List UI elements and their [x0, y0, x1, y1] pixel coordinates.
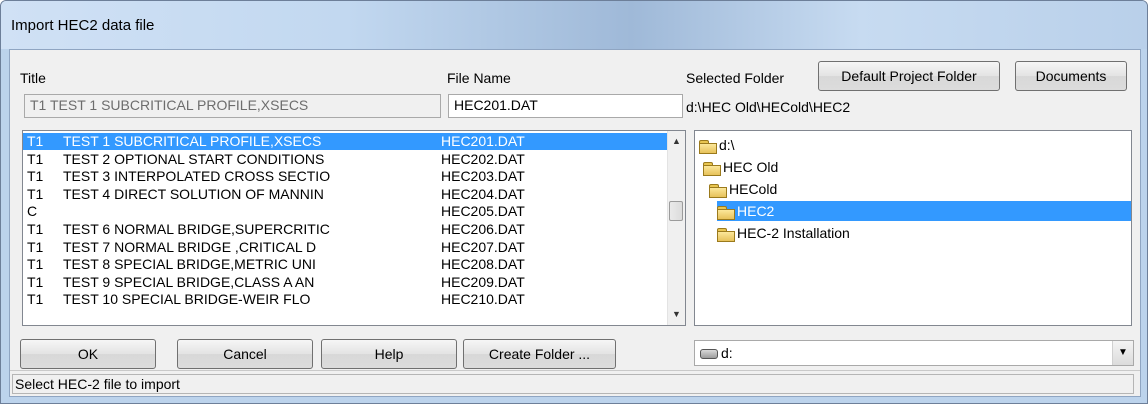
file-name-field[interactable]: HEC201.DAT	[448, 94, 683, 118]
row-file-name: HEC203.DAT	[441, 168, 525, 185]
row-file-name: HEC207.DAT	[441, 238, 525, 255]
create-folder-button[interactable]: Create Folder ...	[463, 339, 616, 369]
row-file-name: HEC209.DAT	[441, 273, 525, 290]
title-bar[interactable]: Import HEC2 data file	[1, 1, 1147, 49]
row-file-name: HEC201.DAT	[441, 133, 525, 149]
folder-tree-label: HEC-2 Installation	[737, 225, 850, 241]
row-code: T1	[27, 291, 44, 308]
file-list-row[interactable]: T1 TEST 10 SPECIAL BRIDGE-WEIR FLO HEC210.…	[23, 291, 668, 308]
folder-open-icon	[703, 161, 721, 176]
file-list-row[interactable]: T1 TEST 3 INTERPOLATED CROSS SECTIO HEC203…	[23, 168, 668, 185]
file-list-row[interactable]: T1 TEST 9 SPECIAL BRIDGE,CLASS A AN HEC209…	[23, 274, 668, 291]
window-title: Import HEC2 data file	[11, 17, 155, 34]
folder-tree[interactable]: d:\ HEC Old HECold HEC2 HEC-2 Installation	[694, 130, 1132, 326]
file-list-row[interactable]: T1 TEST 8 SPECIAL BRIDGE,METRIC UNI HEC208…	[23, 256, 668, 273]
row-code: T1	[27, 238, 44, 255]
drive-combo[interactable]: d: ▼	[694, 340, 1134, 366]
folder-tree-item[interactable]: HECold	[709, 179, 777, 199]
status-text: Select HEC-2 file to import	[12, 374, 1134, 394]
row-code: T1	[27, 150, 44, 167]
row-code: T1	[27, 273, 44, 290]
row-file-name: HEC206.DAT	[441, 221, 525, 237]
documents-button[interactable]: Documents	[1015, 61, 1127, 91]
help-button[interactable]: Help	[321, 339, 457, 369]
folder-tree-label: d:\	[719, 137, 735, 153]
row-file-name: HEC202.DAT	[441, 150, 525, 167]
row-title: TEST 7 NORMAL BRIDGE ,CRITICAL D	[63, 238, 317, 255]
file-list-row[interactable]: T1 TEST 4 DIRECT SOLUTION OF MANNIN HEC204…	[23, 186, 668, 203]
row-file-name: HEC204.DAT	[441, 185, 525, 202]
row-code: C	[27, 203, 38, 220]
folder-tree-label: HEC2	[737, 203, 775, 219]
row-code: T1	[27, 221, 44, 237]
import-dialog-window: Import HEC2 data file Title File Name Se…	[0, 0, 1148, 404]
row-title: TEST 6 NORMAL BRIDGE,SUPERCRITIC	[63, 221, 330, 237]
drive-combo-value: d:	[700, 343, 733, 363]
file-name-label: File Name	[447, 70, 511, 86]
title-field[interactable]: T1 TEST 1 SUBCRITICAL PROFILE,XSECS	[24, 94, 441, 118]
scroll-up-arrow-icon[interactable]: ▲	[668, 133, 685, 150]
scroll-thumb[interactable]	[669, 201, 683, 221]
file-list-row[interactable]: T1 TEST 2 OPTIONAL START CONDITIONS HEC202…	[23, 151, 668, 168]
row-title: TEST 9 SPECIAL BRIDGE,CLASS A AN	[63, 273, 315, 290]
row-title: TEST 3 INTERPOLATED CROSS SECTIO	[63, 168, 331, 185]
row-code: T1	[27, 133, 44, 149]
folder-open-icon	[709, 183, 727, 198]
file-list-row[interactable]: T1 TEST 6 NORMAL BRIDGE,SUPERCRITIC HEC206…	[23, 221, 668, 238]
folder-tree-label: HEC Old	[723, 159, 779, 175]
row-code: T1	[27, 256, 44, 273]
status-bar: Select HEC-2 file to import	[10, 370, 1140, 397]
folder-closed-icon	[717, 227, 735, 242]
file-list-row[interactable]: T1 TEST 1 SUBCRITICAL PROFILE,XSECS HEC201…	[23, 133, 668, 150]
folder-tree-item[interactable]: HEC-2 Installation	[717, 223, 850, 243]
file-list-row[interactable]: T1 TEST 7 NORMAL BRIDGE ,CRITICAL D HEC207…	[23, 239, 668, 256]
cancel-button[interactable]: Cancel	[177, 339, 313, 369]
dialog-body: Title File Name Selected Folder Default …	[9, 49, 1141, 397]
row-file-name: HEC205.DAT	[441, 203, 525, 220]
folder-tree-label: HECold	[729, 181, 778, 197]
selected-folder-label: Selected Folder	[686, 70, 785, 86]
title-label: Title	[20, 70, 46, 86]
row-file-name: HEC208.DAT	[441, 256, 525, 273]
row-title: TEST 8 SPECIAL BRIDGE,METRIC UNI	[63, 256, 316, 273]
row-title: TEST 2 OPTIONAL START CONDITIONS	[63, 150, 325, 167]
folder-open-icon	[717, 205, 735, 220]
folder-tree-item[interactable]: HEC2	[717, 201, 1131, 221]
file-list[interactable]: T1 TEST 1 SUBCRITICAL PROFILE,XSECS HEC201…	[22, 130, 686, 326]
scroll-down-arrow-icon[interactable]: ▼	[668, 306, 685, 323]
folder-open-icon	[699, 139, 717, 154]
row-title: TEST 10 SPECIAL BRIDGE-WEIR FLO	[63, 291, 311, 308]
ok-button[interactable]: OK	[20, 339, 156, 369]
default-project-folder-button[interactable]: Default Project Folder	[818, 61, 1000, 91]
chevron-down-icon[interactable]: ▼	[1112, 341, 1133, 365]
selected-folder-path: d:\HEC Old\HECold\HEC2	[686, 99, 851, 115]
row-code: T1	[27, 185, 44, 202]
file-list-row[interactable]: C HEC205.DAT	[23, 203, 668, 220]
folder-tree-item[interactable]: d:\	[699, 135, 735, 155]
drive-icon	[700, 349, 718, 360]
row-title: TEST 4 DIRECT SOLUTION OF MANNIN	[63, 185, 324, 202]
folder-tree-item[interactable]: HEC Old	[703, 157, 778, 177]
row-file-name: HEC210.DAT	[441, 291, 525, 308]
row-code: T1	[27, 168, 44, 185]
file-list-scrollbar[interactable]: ▲ ▼	[667, 131, 685, 325]
row-title: TEST 1 SUBCRITICAL PROFILE,XSECS	[63, 133, 322, 149]
